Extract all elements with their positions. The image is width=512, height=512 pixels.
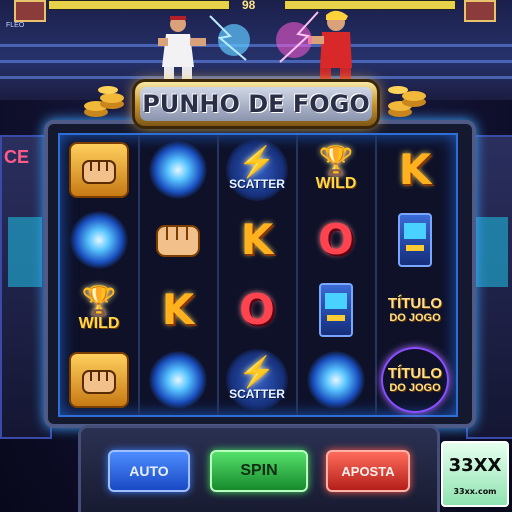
spin-button[interactable]: SPIN (210, 450, 308, 492)
pink-energy-blast (276, 11, 319, 63)
reel-cell (376, 205, 454, 275)
reel-cell (297, 345, 375, 415)
k-symbol: K (161, 285, 195, 334)
blue-energy-blast (209, 15, 250, 61)
titulo-line2: DO JOGO (389, 311, 441, 324)
reel-cell: K (139, 275, 217, 345)
fist-icon (156, 225, 200, 257)
reel-cell (60, 135, 138, 205)
scatter-label: SCATTER (229, 387, 285, 401)
aposta-button[interactable]: APOSTA (326, 450, 410, 492)
player1-portrait (14, 0, 46, 22)
wild-label: WILD (315, 175, 357, 192)
titulo-line2: DO JOGO (389, 381, 441, 394)
k-symbol: K (398, 145, 432, 194)
o-symbol: O (239, 285, 275, 334)
game-title-plate: PUNHO DE FOGO (140, 87, 372, 121)
titulo-line1: TÍTULO (387, 294, 443, 312)
titulo-symbol: TÍTULO DO JOGO (381, 347, 449, 413)
reels-grid: 🏆 WILD K ⚡ SCATTER K O ⚡ SCATTER 🏆 WILD … (58, 133, 458, 417)
o-symbol: O (318, 215, 354, 264)
reel-cell: ⚡ SCATTER (218, 135, 296, 205)
reel-cell (297, 275, 375, 345)
vortex-symbol (149, 141, 207, 199)
reel-cell (139, 205, 217, 275)
gold-coins-stack-left (84, 86, 124, 117)
trophy-icon: 🏆 (81, 285, 117, 316)
right-cabinet-screen (474, 217, 508, 287)
reel-cell: O (297, 205, 375, 275)
k-symbol: K (240, 215, 274, 264)
player2-portrait (464, 0, 496, 22)
reel-3: ⚡ SCATTER K O ⚡ SCATTER (218, 135, 298, 415)
brand-logo-url: 33xx.com (453, 487, 497, 496)
titulo-symbol: TÍTULO DO JOGO (383, 279, 447, 341)
reel-cell: K (376, 135, 454, 205)
reel-cell: 🏆 WILD (60, 275, 138, 345)
arcade-cabinet-icon (319, 283, 353, 337)
scatter-symbol: ⚡ SCATTER (226, 349, 288, 411)
scatter-label: SCATTER (229, 177, 285, 191)
reel-cell: TÍTULO DO JOGO (376, 275, 454, 345)
reel-cell (60, 205, 138, 275)
reel-4: 🏆 WILD O (297, 135, 377, 415)
vortex-symbol (149, 351, 207, 409)
wild-symbol: 🏆 WILD (68, 279, 130, 341)
fist-symbol (69, 352, 129, 408)
game-scene: FLEO 98 CE PUNHO DE FOGO 🏆 WILD K ⚡ SCAT… (0, 0, 512, 512)
fist-icon (82, 160, 116, 184)
reel-cell (139, 345, 217, 415)
game-title: PUNHO DE FOGO (142, 90, 370, 118)
titulo-line1: TÍTULO (387, 364, 443, 382)
reel-cell: ⚡ SCATTER (218, 345, 296, 415)
ring-rope (0, 76, 512, 79)
reel-5: K TÍTULO DO JOGO TÍTULO DO JOGO (376, 135, 454, 415)
reel-cell (60, 345, 138, 415)
reel-2: K (139, 135, 219, 415)
wild-symbol: 🏆 WILD (305, 139, 367, 201)
reel-cell (139, 135, 217, 205)
reel-cell: TÍTULO DO JOGO (376, 345, 454, 415)
wild-label: WILD (78, 315, 120, 332)
lightning-icon: ⚡ (238, 146, 276, 179)
trophy-icon: 🏆 (318, 145, 354, 176)
arcade-cabinet-icon (398, 213, 432, 267)
vortex-symbol (70, 211, 128, 269)
left-cabinet-marquee: CE (4, 147, 30, 167)
left-cabinet-screen (8, 217, 42, 287)
brand-logo-text: 33XX (448, 455, 502, 476)
reel-cell: 🏆 WILD (297, 135, 375, 205)
scatter-symbol: ⚡ SCATTER (226, 139, 288, 201)
fist-icon (82, 370, 116, 394)
fist-symbol (69, 142, 129, 198)
brand-logo: 33XX 33xx.com (441, 441, 509, 507)
auto-button[interactable]: AUTO (108, 450, 190, 492)
game-title-banner: PUNHO DE FOGO (135, 82, 377, 126)
reel-1: 🏆 WILD (60, 135, 140, 415)
player-tag: FLEO (6, 22, 25, 29)
reel-cell: O (218, 275, 296, 345)
reel-cell: K (218, 205, 296, 275)
vortex-symbol (307, 351, 365, 409)
lightning-icon: ⚡ (238, 356, 276, 389)
gold-coins-stack-right (388, 86, 426, 117)
